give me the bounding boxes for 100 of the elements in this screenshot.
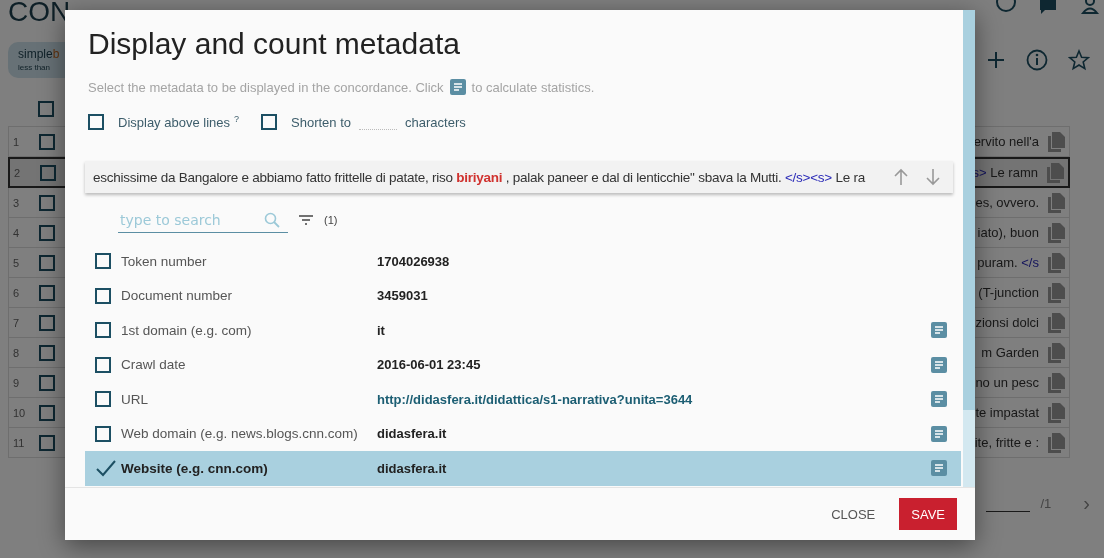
chat-icon[interactable] (1038, 0, 1058, 14)
copy-icon[interactable] (1047, 222, 1065, 243)
scroll-thumb[interactable] (963, 10, 975, 410)
checkbox[interactable] (39, 224, 55, 241)
checkbox[interactable] (39, 254, 55, 271)
row-number: 6 (12, 286, 21, 299)
metadata-row[interactable]: 1st domain (e.g. com) it (85, 313, 961, 348)
search-field[interactable]: type to search (118, 207, 288, 233)
metadata-value: it (377, 322, 385, 338)
metadata-value: 3459031 (377, 288, 428, 304)
copy-icon[interactable] (1047, 432, 1065, 453)
stats-icon[interactable] (931, 322, 947, 339)
metadata-value: 2016-06-01 23:45 (377, 357, 481, 373)
copy-icon[interactable] (1047, 402, 1065, 423)
stats-icon[interactable] (449, 79, 466, 95)
select-all-checkbox[interactable] (38, 101, 54, 117)
option-label: characters (405, 114, 466, 130)
info-icon[interactable] (1026, 49, 1048, 71)
row-number: 10 (12, 406, 27, 419)
concordance-text: m Garden (980, 345, 1039, 360)
copy-icon[interactable] (1047, 252, 1065, 273)
hint-text: Select the metadata to be displayed in the concordance. Click (88, 79, 444, 95)
metadata-label: Crawl date (121, 357, 187, 373)
scrollbar[interactable] (963, 10, 975, 487)
metadata-row[interactable]: Website (e.g. cnn.com) didasfera.it (85, 451, 961, 486)
checkbox[interactable] (39, 404, 55, 421)
checkbox[interactable] (95, 425, 111, 442)
concordance-text: no un pesc (974, 375, 1039, 390)
stats-icon[interactable] (931, 356, 947, 373)
row-number: 9 (12, 376, 21, 389)
checkbox[interactable] (95, 356, 111, 373)
metadata-label: Document number (121, 288, 234, 304)
metadata-label: URL (121, 391, 149, 407)
concordance-text: iato), buon (976, 225, 1039, 240)
copy-icon[interactable] (1047, 312, 1065, 333)
concordance-text: ite, fritte e : (973, 435, 1039, 450)
checkbox[interactable] (39, 344, 55, 361)
checkbox[interactable] (95, 287, 111, 304)
concordance-text: (T-junction (977, 285, 1039, 300)
close-button[interactable]: CLOSE (821, 498, 886, 530)
copy-icon[interactable] (1047, 131, 1065, 152)
stats-icon[interactable] (931, 460, 947, 477)
concordance-text: es, ovvero. (974, 195, 1039, 210)
metadata-label: 1st domain (e.g. com) (121, 322, 253, 338)
checkbox[interactable] (39, 133, 55, 150)
user-icon[interactable] (1080, 0, 1100, 14)
row-number: 5 (12, 256, 21, 269)
metadata-value: didasfera.it (377, 426, 447, 442)
checkbox[interactable] (39, 284, 55, 301)
dialog-title: Display and count metadata (87, 26, 461, 62)
metadata-label: Web domain (e.g. news.blogs.cnn.com) (121, 426, 359, 442)
checkbox[interactable] (39, 194, 55, 211)
checkbox[interactable] (39, 434, 55, 451)
checkbox[interactable] (88, 114, 104, 130)
row-number: 2 (13, 166, 22, 179)
concordance-text: zionsi dolci (974, 315, 1039, 330)
up-arrow-icon[interactable] (893, 168, 909, 186)
checkbox[interactable] (40, 164, 56, 181)
checkbox[interactable] (95, 253, 111, 270)
concordance-text: puram. </s (976, 255, 1039, 270)
row-number: 3 (12, 196, 21, 209)
checkbox[interactable] (95, 391, 111, 408)
help-mark[interactable]: ? (234, 114, 240, 124)
option-label: Shorten to (291, 114, 352, 130)
checkbox[interactable] (95, 322, 111, 339)
copy-icon[interactable] (1047, 342, 1065, 363)
row-number: 1 (12, 135, 21, 148)
metadata-value: didasfera.it (377, 460, 447, 476)
copy-icon[interactable] (1047, 282, 1065, 303)
metadata-row[interactable]: Document number 3459031 (85, 278, 961, 313)
concordance-line: eschissime da Bangalore e abbiamo fatto frittelle di patate, riso biriyani , palak paneer e dal di lenticchie" sbava la Mutti. </s><s> Le ra (93, 169, 867, 185)
hint-text: to calculate statistics. (471, 79, 595, 95)
stats-icon[interactable] (931, 425, 947, 442)
copy-icon[interactable] (1047, 372, 1065, 393)
metadata-row[interactable]: Crawl date 2016-06-01 23:45 (85, 347, 961, 382)
copy-icon[interactable] (1047, 192, 1065, 213)
star-icon[interactable] (1068, 49, 1090, 71)
down-arrow-icon[interactable] (925, 168, 941, 186)
metadata-label: Token number (121, 253, 208, 269)
check-icon[interactable] (95, 459, 117, 478)
url-link[interactable]: http://didasfera.it/didattica/s1-narrativa?unita=3644 (377, 391, 693, 407)
filter-count: (1) (324, 214, 338, 226)
page-total: /1 (1040, 496, 1052, 511)
metadata-label: Website (e.g. cnn.com) (121, 460, 269, 476)
save-button[interactable]: SAVE (899, 498, 957, 530)
checkbox[interactable] (39, 314, 55, 331)
metadata-row[interactable]: Token number 1704026938 (85, 244, 961, 279)
stats-icon[interactable] (931, 391, 947, 408)
checkbox[interactable] (39, 374, 55, 391)
metadata-row[interactable]: Web domain (e.g. news.blogs.cnn.com) didasfera.it (85, 416, 961, 451)
checkbox[interactable] (261, 114, 278, 130)
metadata-value: 1704026938 (377, 253, 450, 269)
row-number: 7 (12, 316, 21, 329)
row-number: 8 (12, 346, 21, 359)
metadata-row[interactable]: URL http://didasfera.it/didattica/s1-narrativa?unita=3644 (85, 382, 961, 417)
row-number: 4 (12, 226, 21, 239)
concordance-text: ervito nell'a (972, 134, 1039, 149)
concordance-text: te impastat (974, 405, 1039, 420)
plus-icon[interactable] (986, 50, 1006, 70)
filter-icon[interactable] (298, 214, 314, 226)
